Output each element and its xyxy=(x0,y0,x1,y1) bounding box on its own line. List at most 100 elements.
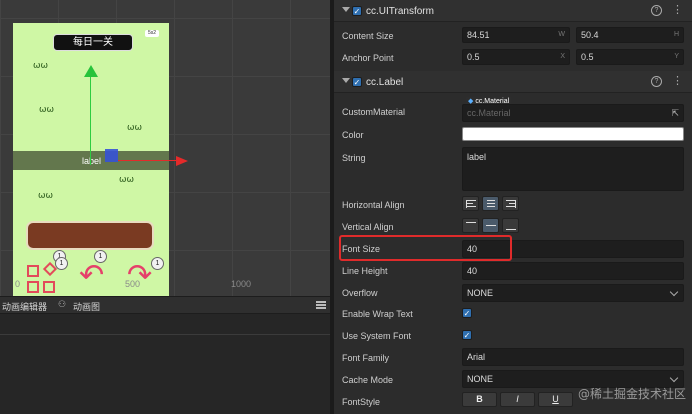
chevron-down-icon xyxy=(669,373,679,383)
tab-animation-editor[interactable]: 动画编辑器 xyxy=(2,300,47,313)
overflow-label: Overflow xyxy=(342,288,378,298)
cache-mode-value: NONE xyxy=(467,374,494,384)
uitransform-enabled-checkbox[interactable]: ✓ xyxy=(352,6,362,16)
grass-icon: ѡѡ xyxy=(127,123,143,133)
divider xyxy=(0,334,330,335)
gizmo-y-arrow-icon[interactable] xyxy=(84,65,98,77)
align-middle-icon[interactable] xyxy=(482,218,499,233)
anchor-x-value: 0.5 xyxy=(467,52,480,62)
uitransform-header[interactable]: ✓ cc.UITransform ? ⋮ xyxy=(334,0,692,22)
align-left-icon[interactable] xyxy=(462,196,479,211)
more-icon[interactable]: ⋮ xyxy=(672,74,683,87)
square-icon[interactable] xyxy=(43,281,55,293)
string-textarea[interactable]: label xyxy=(462,147,684,191)
grass-icon: ѡѡ xyxy=(33,61,49,71)
count-badge: 1 xyxy=(55,257,68,270)
gizmo-x-arrow-icon[interactable] xyxy=(176,156,188,166)
string-label: String xyxy=(342,153,366,163)
daily-level-title: 每日一关 xyxy=(53,34,133,51)
enable-wrap-text-label: Enable Wrap Text xyxy=(342,309,413,319)
overflow-select[interactable]: NONE xyxy=(462,284,684,302)
editor-window: 每日一关 5s2 ѡѡ ѡѡ ѡѡ ѡѡ ѡѡ label 1 1 1 ↶ ↷ xyxy=(0,0,692,414)
align-center-icon[interactable] xyxy=(482,196,499,211)
label-node-text: label xyxy=(82,156,102,166)
grass-icon: ѡѡ xyxy=(39,105,55,115)
line-height-label: Line Height xyxy=(342,266,388,276)
color-label: Color xyxy=(342,130,364,140)
axis-label: 1000 xyxy=(231,279,252,289)
font-size-highlight-box xyxy=(339,235,512,261)
axis-label: 500 xyxy=(125,279,141,289)
help-icon[interactable]: ? xyxy=(651,76,662,87)
brown-panel xyxy=(26,221,154,250)
tab-animation-graph[interactable]: 动画图 xyxy=(73,300,100,313)
content-size-w-field[interactable]: 84.51 W xyxy=(462,27,570,43)
vertical-align-group xyxy=(462,218,519,233)
uitransform-title: cc.UITransform xyxy=(366,6,434,17)
custom-material-field[interactable]: cc.Material ⇱ xyxy=(462,104,684,122)
unit-h: H xyxy=(673,31,679,38)
custom-material-label: CustomMaterial xyxy=(342,107,406,117)
use-system-font-label: Use System Font xyxy=(342,331,412,341)
gizmo-x-axis[interactable] xyxy=(118,160,178,161)
chevron-down-icon[interactable] xyxy=(342,78,350,83)
graph-icon: ⚇ xyxy=(58,300,67,310)
line-height-field[interactable]: 40 xyxy=(462,262,684,280)
anchor-x-field[interactable]: 0.5 X xyxy=(462,49,570,65)
content-size-label: Content Size xyxy=(342,31,394,41)
content-size-h-value: 50.4 xyxy=(581,30,599,40)
color-swatch[interactable] xyxy=(462,127,684,141)
label-enabled-checkbox[interactable]: ✓ xyxy=(352,77,362,87)
square-icon[interactable] xyxy=(27,265,39,277)
square-icon[interactable] xyxy=(27,281,39,293)
gizmo-y-axis[interactable] xyxy=(90,75,91,165)
string-value: label xyxy=(467,152,487,162)
enable-wrap-text-checkbox[interactable]: ✓ xyxy=(462,308,472,318)
undo-arrow-icon[interactable]: ↶ xyxy=(79,261,104,291)
bold-button[interactable]: B xyxy=(462,392,497,407)
custom-material-placeholder: cc.Material xyxy=(467,108,511,118)
more-icon[interactable]: ⋮ xyxy=(672,3,683,16)
horizontal-align-label: Horizontal Align xyxy=(342,200,405,210)
align-bottom-icon[interactable] xyxy=(502,218,519,233)
help-icon[interactable]: ? xyxy=(651,5,662,16)
animation-panel-body[interactable] xyxy=(0,314,330,414)
horizontal-align-group xyxy=(462,196,519,211)
chevron-down-icon[interactable] xyxy=(342,7,350,12)
font-family-label: Font Family xyxy=(342,353,390,363)
watermark: @稀土掘金技术社区 xyxy=(577,387,686,401)
grass-icon: ѡѡ xyxy=(119,175,135,185)
grass-icon: ѡѡ xyxy=(38,191,54,201)
align-top-icon[interactable] xyxy=(462,218,479,233)
unit-w: W xyxy=(558,31,565,38)
bottom-toolbar: 1 ↶ ↷ 1 xyxy=(27,257,167,296)
label-component-header[interactable]: ✓ cc.Label ? ⋮ xyxy=(334,71,692,93)
content-size-w-value: 84.51 xyxy=(467,30,490,40)
panel-menu-icon[interactable] xyxy=(316,301,326,309)
use-system-font-checkbox[interactable]: ✓ xyxy=(462,330,472,340)
cache-mode-label: Cache Mode xyxy=(342,375,394,385)
underline-button[interactable]: U xyxy=(538,392,573,407)
anchor-y-value: 0.5 xyxy=(581,52,594,62)
line-height-value: 40 xyxy=(467,266,478,276)
font-family-field[interactable]: Arial xyxy=(462,348,684,366)
content-size-h-field[interactable]: 50.4 H xyxy=(576,27,684,43)
top-badge: 5s2 xyxy=(145,30,159,37)
unit-x: X xyxy=(560,53,565,60)
label-component-title: cc.Label xyxy=(366,77,404,88)
count-badge: 1 xyxy=(151,257,164,270)
animation-tab-bar: 动画编辑器 ⚇ 动画图 xyxy=(0,296,330,314)
anchor-y-field[interactable]: 0.5 Y xyxy=(576,49,684,65)
vertical-align-label: Vertical Align xyxy=(342,222,394,232)
font-family-value: Arial xyxy=(467,352,486,362)
italic-button[interactable]: I xyxy=(500,392,535,407)
overflow-value: NONE xyxy=(467,288,494,298)
align-right-icon[interactable] xyxy=(502,196,519,211)
gizmo-center-handle[interactable] xyxy=(105,149,118,162)
pick-asset-icon[interactable]: ⇱ xyxy=(671,105,679,121)
scene-view[interactable]: 每日一关 5s2 ѡѡ ѡѡ ѡѡ ѡѡ ѡѡ label 1 1 1 ↶ ↷ xyxy=(0,0,330,296)
font-style-label: FontStyle xyxy=(342,397,381,407)
anchor-point-label: Anchor Point xyxy=(342,53,394,63)
chevron-down-icon xyxy=(669,287,679,297)
axis-label: 0 xyxy=(15,279,21,289)
